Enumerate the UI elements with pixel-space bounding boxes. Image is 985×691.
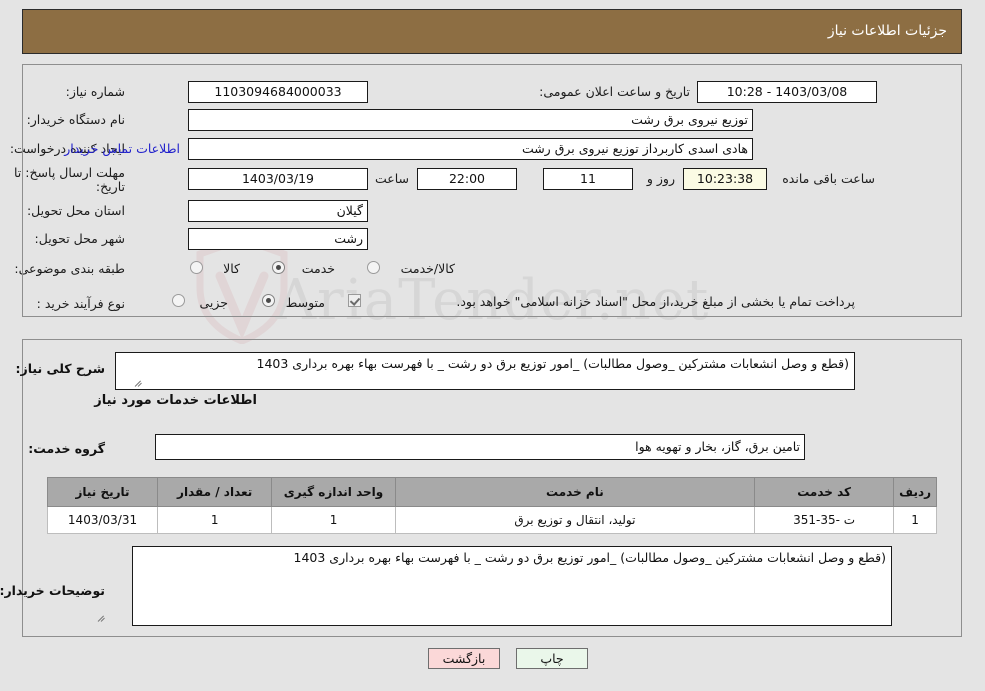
cell-need-date: 1403/03/31 xyxy=(46,506,159,534)
treasury-bond-checkbox[interactable] xyxy=(348,294,361,307)
col-unit: واحد اندازه گیری xyxy=(271,477,396,507)
radio-category-khedmat[interactable] xyxy=(272,261,285,274)
need-info-panel xyxy=(22,64,962,317)
need-description-label: شرح کلی نیاز: xyxy=(15,361,105,376)
cell-service-code: ت -35-351 xyxy=(754,506,895,534)
radio-category-kala-khedmat-label: کالا/خدمت xyxy=(400,261,455,276)
radio-process-jozei-label: جزیی xyxy=(199,295,228,310)
cell-service-name: تولید، انتقال و توزیع برق xyxy=(394,506,756,534)
cell-unit: 1 xyxy=(271,506,396,534)
col-service-code: کد خدمت xyxy=(754,477,895,507)
col-quantity: تعداد / مقدار xyxy=(157,477,273,507)
need-description-resize-grip[interactable] xyxy=(134,378,144,388)
cell-row-no: 1 xyxy=(893,506,937,534)
radio-category-kala[interactable] xyxy=(190,261,203,274)
page-header-bar: جزئیات اطلاعات نیاز xyxy=(22,9,962,54)
buyer-notes-value[interactable]: (قطع و وصل انشعابات مشترکین _وصول مطالبا… xyxy=(132,546,892,626)
page-title: جزئیات اطلاعات نیاز xyxy=(827,23,947,39)
buyer-contact-link[interactable]: اطلاعات تماس خریدار xyxy=(64,138,180,160)
back-button[interactable]: بازگشت xyxy=(428,648,500,669)
radio-process-jozei[interactable] xyxy=(172,294,185,307)
radio-process-motavaset-label: متوسط xyxy=(285,295,325,310)
services-table: ردیف کد خدمت نام خدمت واحد اندازه گیری ت… xyxy=(46,477,937,534)
radio-process-motavaset[interactable] xyxy=(262,294,275,307)
cell-quantity: 1 xyxy=(157,506,273,534)
radio-category-kala-khedmat[interactable] xyxy=(367,261,380,274)
buyer-notes-label: توضیحات خریدار: xyxy=(0,583,105,598)
radio-category-kala-label: کالا xyxy=(223,261,240,276)
col-row-no: ردیف xyxy=(893,477,937,507)
table-row: 1 ت -35-351 تولید، انتقال و توزیع برق 1 … xyxy=(46,506,937,534)
service-group-label: گروه خدمت: xyxy=(28,441,105,456)
print-button[interactable]: چاپ xyxy=(516,648,588,669)
buyer-notes-resize-grip[interactable] xyxy=(97,613,107,623)
need-description-value[interactable]: (قطع و وصل انشعابات مشترکین _وصول مطالبا… xyxy=(115,352,855,390)
radio-category-khedmat-label: خدمت xyxy=(301,261,335,276)
col-need-date: تاریخ نیاز xyxy=(46,477,159,507)
services-section-title: اطلاعات خدمات مورد نیاز xyxy=(94,393,257,408)
table-header-row: ردیف کد خدمت نام خدمت واحد اندازه گیری ت… xyxy=(46,477,937,507)
col-service-name: نام خدمت xyxy=(394,477,756,507)
